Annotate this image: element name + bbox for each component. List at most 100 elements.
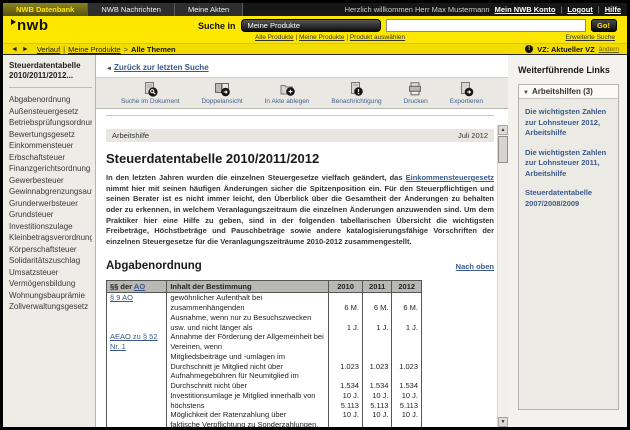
- export-button[interactable]: Exportieren: [450, 82, 483, 105]
- sidebar-item[interactable]: Einkommensteuer: [9, 140, 92, 152]
- separator: |: [560, 5, 562, 14]
- year-value-cell: 5.113: [362, 401, 392, 411]
- year-value-cell: 10 J.: [329, 410, 363, 420]
- alle-produkte-link[interactable]: Alle Produkte: [255, 34, 294, 41]
- split-view-button[interactable]: Doppelansicht: [201, 82, 242, 105]
- table-row: Mitgliedsbeiträge und -umlagen im Durchs…: [107, 352, 422, 372]
- sidebar-item[interactable]: Vermögensbildung: [9, 278, 92, 290]
- breadcrumb-meine-produkte[interactable]: Meine Produkte: [68, 45, 121, 54]
- paragraph-ref-link[interactable]: AEAO zu § 52 Nr. 1: [110, 332, 158, 351]
- top-navigation-bar: NWB Datenbank NWB Nachrichten Meine Akte…: [3, 3, 627, 16]
- logout-link[interactable]: Logout: [567, 5, 592, 14]
- erweiterte-suche-link[interactable]: Erweiterte Suche: [566, 34, 616, 41]
- arbeitshilfen-panel: ▼Arbeitshilfen (3) Die wichtigsten Zahle…: [518, 84, 619, 410]
- provision-text-cell: Ausnahme, wenn nur zu Besuchszwecken usw…: [167, 313, 329, 333]
- verlauf-link[interactable]: Verlauf: [37, 45, 60, 54]
- year-value-cell: 1 J.: [329, 313, 363, 333]
- go-button[interactable]: Go!: [591, 19, 617, 32]
- sidebar-item[interactable]: Kleinbetragsverordnung: [9, 232, 92, 244]
- tab-nwb-nachrichten[interactable]: NWB Nachrichten: [88, 3, 175, 16]
- paragraph-ref-cell: [107, 313, 167, 333]
- sidebar-item[interactable]: Körperschaftsteuer: [9, 244, 92, 256]
- sidebar-item[interactable]: Erbschaftsteuer: [9, 152, 92, 164]
- tab-meine-akten[interactable]: Meine Akten: [175, 3, 243, 16]
- produkt-auswaehlen-link[interactable]: Produkt auswählen: [350, 34, 405, 41]
- search-scope-dropdown[interactable]: Meine Produkte: [241, 19, 381, 32]
- related-link[interactable]: Steuerdatentabelle 2007/2008/2009: [525, 188, 612, 209]
- hilfe-link[interactable]: Hilfe: [605, 5, 621, 14]
- paragraph-ref-cell: [107, 401, 167, 411]
- sidebar-title: Steuerdatentabelle 2010/2011/2012...: [9, 61, 92, 88]
- tool-label: Exportieren: [450, 98, 483, 105]
- related-link[interactable]: Die wichtigsten Zahlen zur Lohnsteuer 20…: [525, 148, 612, 180]
- split-view-icon: [215, 82, 230, 97]
- sidebar-item[interactable]: Abgabenordnung: [9, 94, 92, 106]
- notification-icon: [349, 82, 364, 97]
- mein-nwb-konto-link[interactable]: Mein NWB Konto: [495, 5, 556, 14]
- table-row: höchstens5.1135.1135.113: [107, 401, 422, 411]
- paragraph-ref-link[interactable]: § 9 AO: [110, 293, 133, 302]
- year-value-cell: 5.113: [329, 401, 363, 411]
- scrollbar-thumb[interactable]: [498, 136, 508, 163]
- year-value-cell: [392, 332, 422, 352]
- add-to-file-icon: [280, 82, 295, 97]
- document-scrollbar[interactable]: ▲ ▼: [497, 125, 508, 427]
- sidebar-item[interactable]: Wohnungsbauprämie: [9, 290, 92, 302]
- year-value-cell: 6 M.: [362, 293, 392, 313]
- scroll-up-icon[interactable]: ▲: [498, 125, 508, 135]
- tool-label: Benachrichtigung: [331, 98, 381, 105]
- separator: |: [63, 45, 65, 54]
- tool-label: Doppelansicht: [201, 98, 242, 105]
- notification-button[interactable]: Benachrichtigung: [331, 82, 381, 105]
- vz-aendern-link[interactable]: ändern: [599, 46, 619, 53]
- welcome-text: Herzlich willkommen Herr Max Mustermann: [345, 5, 490, 14]
- back-arrow-icon: ◄: [106, 66, 112, 72]
- document-meta-bar: Arbeitshilfe Juli 2012: [106, 129, 494, 142]
- search-input[interactable]: [386, 19, 586, 32]
- meine-produkte-link[interactable]: Meine Produkte: [299, 34, 345, 41]
- sidebar-item[interactable]: Betriebsprüfungsordnung: [9, 117, 92, 129]
- provision-text-cell: Mitgliedsbeiträge und -umlagen im Durchs…: [167, 352, 329, 372]
- nach-oben-link[interactable]: Nach oben: [456, 262, 494, 271]
- sidebar-item[interactable]: Investitionszulage: [9, 221, 92, 233]
- export-icon: [459, 82, 474, 97]
- col-header-paragraph: §§ der AO: [107, 281, 167, 293]
- paragraph-ref-cell[interactable]: AEAO zu § 52 Nr. 1: [107, 332, 167, 352]
- sidebar-item[interactable]: Gewerbesteuer: [9, 175, 92, 187]
- einkommensteuergesetz-link[interactable]: Einkommensteuergesetz: [406, 173, 494, 182]
- col-header-2012: 2012: [392, 281, 422, 293]
- table-row: faktische Verpflichtung zu Sonderzahlung…: [107, 420, 422, 427]
- sidebar-item[interactable]: Gewinnabgrenzungsaufzeichnu: [9, 186, 92, 198]
- vz-status-label: VZ: Aktueller VZ: [537, 45, 595, 54]
- sidebar-item[interactable]: Zollverwaltungsgesetz: [9, 301, 92, 313]
- paragraph-ref-cell: [107, 410, 167, 420]
- nwb-logo[interactable]: nwb: [17, 17, 49, 34]
- provision-text-cell: Aufnahmegebühren für Neumitglied im Durc…: [167, 371, 329, 391]
- intro-paragraph: In den letzten Jahren wurden die einzeln…: [106, 173, 494, 247]
- app-window: NWB Datenbank NWB Nachrichten Meine Akte…: [0, 0, 630, 430]
- tool-label: In Akte ablegen: [265, 98, 310, 105]
- paragraph-ref-cell[interactable]: § 9 AO: [107, 293, 167, 313]
- ao-link[interactable]: AO: [134, 282, 145, 291]
- tab-nwb-datenbank[interactable]: NWB Datenbank: [3, 3, 88, 16]
- history-back-forward-icons[interactable]: ◄ ►: [11, 46, 30, 53]
- scroll-down-icon[interactable]: ▼: [498, 417, 508, 427]
- sidebar-item[interactable]: Außensteuergesetz: [9, 106, 92, 118]
- sidebar-item[interactable]: Umsatzsteuer: [9, 267, 92, 279]
- related-link[interactable]: Die wichtigsten Zahlen zur Lohnsteuer 20…: [525, 107, 612, 139]
- sidebar-item[interactable]: Solidaritätszuschlag: [9, 255, 92, 267]
- arbeitshilfen-group-header[interactable]: ▼Arbeitshilfen (3): [519, 85, 618, 99]
- sidebar-item[interactable]: Bewertungsgesetz: [9, 129, 92, 141]
- sidebar-item[interactable]: Finanzgerichtsordnung: [9, 163, 92, 175]
- related-links-title: Weiterführende Links: [518, 65, 619, 75]
- back-to-last-search-link[interactable]: Zurück zur letzten Suche: [114, 63, 209, 72]
- col-header-2011: 2011: [362, 281, 392, 293]
- document-date: Juli 2012: [458, 131, 488, 140]
- sidebar-item[interactable]: Grunderwerbsteuer: [9, 198, 92, 210]
- year-value-cell: 1.023: [329, 352, 363, 372]
- breadcrumb-current: Alle Themen: [131, 45, 176, 54]
- sidebar-item[interactable]: Grundsteuer: [9, 209, 92, 221]
- add-to-file-button[interactable]: In Akte ablegen: [265, 82, 310, 105]
- print-button[interactable]: Drucken: [404, 82, 428, 105]
- search-in-document-button[interactable]: Suche im Dokument: [121, 82, 180, 105]
